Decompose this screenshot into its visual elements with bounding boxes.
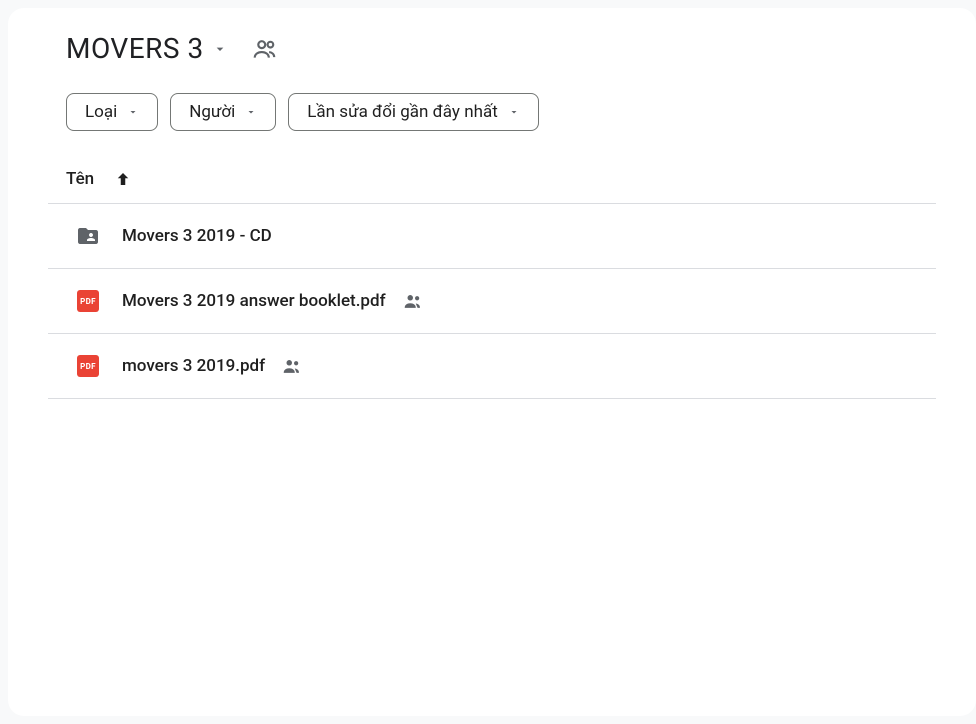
caret-down-icon (212, 41, 228, 57)
folder-header: MOVERS 3 (48, 32, 936, 65)
shared-people-icon (402, 290, 424, 312)
filter-people-label: Người (189, 102, 235, 122)
filter-type-chip[interactable]: Loại (66, 93, 158, 131)
file-row[interactable]: PDF Movers 3 2019 answer booklet.pdf (48, 269, 936, 334)
column-name-header[interactable]: Tên (66, 169, 94, 189)
pdf-icon: PDF (76, 354, 100, 378)
folder-title-button[interactable]: MOVERS 3 (66, 32, 228, 65)
filter-modified-chip[interactable]: Lần sửa đổi gần đây nhất (288, 93, 538, 131)
folder-shared-icon (76, 224, 100, 248)
file-row[interactable]: PDF movers 3 2019.pdf (48, 334, 936, 399)
arrow-up-icon[interactable] (114, 170, 132, 188)
file-name: Movers 3 2019 answer booklet.pdf (122, 291, 386, 311)
filter-people-chip[interactable]: Người (170, 93, 276, 131)
filter-row: Loại Người Lần sửa đổi gần đây nhất (48, 93, 936, 131)
file-name: Movers 3 2019 - CD (122, 226, 272, 246)
folder-title: MOVERS 3 (66, 32, 204, 65)
file-list: Movers 3 2019 - CD PDF Movers 3 2019 ans… (48, 204, 936, 399)
caret-down-icon (245, 106, 257, 118)
share-people-icon[interactable] (252, 36, 278, 62)
column-header-row: Tên (48, 155, 936, 204)
file-row[interactable]: Movers 3 2019 - CD (48, 204, 936, 269)
file-name: movers 3 2019.pdf (122, 356, 265, 376)
filter-modified-label: Lần sửa đổi gần đây nhất (307, 102, 497, 122)
pdf-icon: PDF (76, 289, 100, 313)
caret-down-icon (127, 106, 139, 118)
filter-type-label: Loại (85, 102, 117, 122)
caret-down-icon (508, 106, 520, 118)
shared-people-icon (281, 355, 303, 377)
main-container: MOVERS 3 Loại Người (8, 8, 976, 716)
